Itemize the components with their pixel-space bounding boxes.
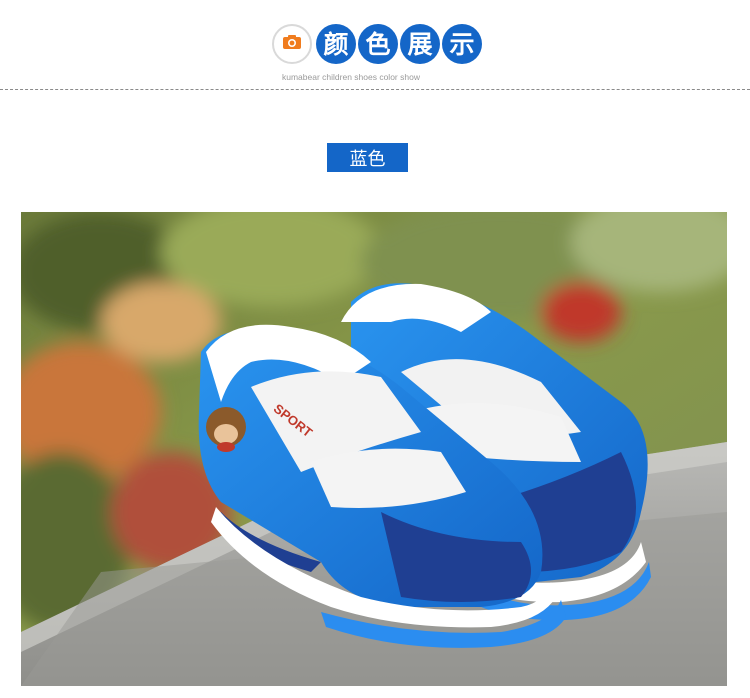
product-photo: SPORT [21, 212, 727, 686]
section-header: 颜 色 展 示 kumabear children shoes color sh… [0, 0, 750, 92]
title-char: 展 [400, 24, 440, 64]
color-label: 蓝色 [327, 143, 408, 172]
title-char: 色 [358, 24, 398, 64]
section-subtitle: kumabear children shoes color show [282, 72, 420, 82]
title-char: 示 [442, 24, 482, 64]
camera-badge [272, 24, 312, 64]
title-char: 颜 [316, 24, 356, 64]
camera-icon [282, 34, 302, 54]
section-title: 颜 色 展 示 [316, 24, 482, 64]
dashed-divider [0, 89, 750, 90]
